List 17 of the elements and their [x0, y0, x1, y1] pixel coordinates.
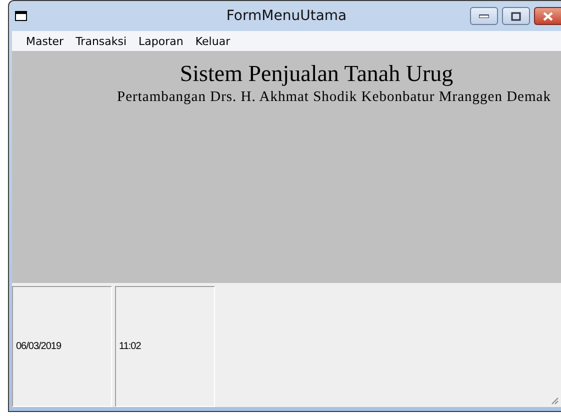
resize-grip-icon[interactable] [549, 395, 559, 405]
status-panel: 06/03/2019 [12, 286, 112, 407]
status-panel: 11:02 [115, 286, 215, 407]
close-icon [543, 12, 553, 20]
maximize-icon [511, 12, 521, 20]
menu-item[interactable]: Laporan [132, 34, 190, 48]
window-title: FormMenuUtama [226, 8, 347, 24]
minimize-button[interactable] [470, 7, 498, 25]
menu-item[interactable]: Master [20, 34, 70, 48]
menu-item[interactable]: Keluar [189, 34, 236, 48]
company-subtitle: Pertambangan Drs. H. Akhmat Shodik Kebonbatur Mranggen Demak [117, 89, 551, 106]
minimize-icon [479, 14, 489, 18]
form-icon [15, 11, 27, 21]
close-button[interactable] [534, 7, 561, 25]
maximize-button[interactable] [502, 7, 530, 25]
menu-item[interactable]: Transaksi [70, 34, 133, 48]
system-title: Sistem Penjualan Tanah Urug [180, 61, 454, 87]
